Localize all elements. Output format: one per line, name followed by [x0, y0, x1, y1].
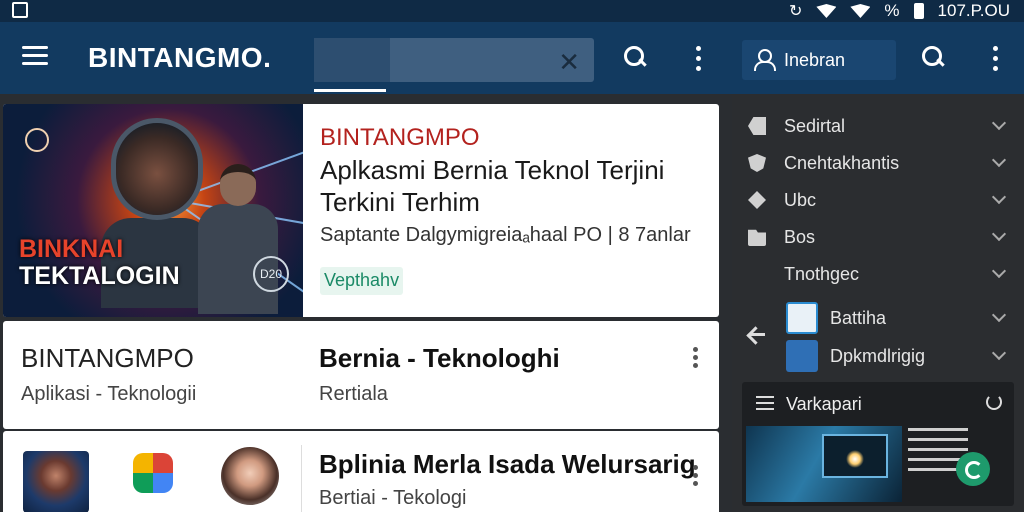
sidebar-item[interactable]: Tnothgec — [732, 256, 1024, 292]
tag-icon — [748, 117, 766, 135]
article-source-subtitle: Aplikasi - Teknologii — [21, 383, 197, 405]
brand-logo[interactable]: BINTANGMO. — [88, 42, 271, 74]
chevron-down-icon[interactable] — [991, 226, 1007, 242]
wifi-icon — [816, 4, 837, 18]
sidebar-item[interactable]: Bos — [732, 219, 1024, 255]
search-input-field[interactable] — [314, 38, 390, 82]
author-avatar[interactable] — [221, 447, 279, 505]
featured-source: BINTANGMPO — [320, 124, 480, 151]
app-logo-icon[interactable] — [133, 453, 173, 493]
menu-icon[interactable] — [22, 46, 48, 66]
search-focus-indicator — [314, 89, 386, 92]
close-icon[interactable]: ✕ — [558, 47, 580, 78]
article-subtitle: Bertiai - Tekologi — [319, 487, 467, 509]
sidebar-item[interactable]: Cnehtakhantis — [732, 145, 1024, 181]
widget-title: Varkapari — [786, 394, 862, 414]
article-card[interactable]: BINTANGMPO Aplikasi - Teknologii Bernia … — [3, 321, 719, 429]
more-options-icon[interactable] — [693, 465, 699, 487]
refresh-icon[interactable] — [986, 394, 1002, 410]
sidebar-item[interactable]: Sedirtal — [732, 108, 1024, 144]
sidebar-app[interactable]: Dpkmdlrigig — [732, 338, 1024, 376]
sidebar-item-label: Bos — [784, 227, 816, 247]
account-button[interactable]: Inebran — [742, 40, 896, 80]
hero-badge: D20 — [253, 256, 289, 292]
news-widget: Varkapari — [742, 382, 1014, 506]
person-icon — [754, 49, 776, 71]
search-icon-secondary[interactable] — [922, 46, 944, 68]
status-indicators: ↻ % 107.P.OU — [789, 1, 1010, 21]
chevron-down-icon[interactable] — [991, 152, 1007, 168]
featured-tag[interactable]: Vepthahv — [320, 267, 404, 295]
sidebar-app-label: Dpkmdlrigig — [830, 346, 926, 366]
more-options-icon[interactable] — [696, 46, 702, 72]
app-logo-icon — [786, 340, 818, 372]
target-icon — [25, 128, 49, 152]
account-label: Inebran — [784, 50, 846, 70]
featured-hero-image: D20 BINKNAI TEKTALOGIN — [3, 104, 303, 317]
diamond-icon — [748, 191, 766, 209]
folder-icon — [748, 229, 766, 246]
featured-meta: Saptante Dalgymigreiaₐhaal PO | 8 7anlar — [320, 224, 691, 246]
article-title[interactable]: Bernia - Teknologhi — [319, 343, 560, 374]
status-time: 107.P.OU — [937, 1, 1010, 20]
sync-icon: ↻ — [789, 3, 803, 20]
sidebar-app-label: Battiha — [830, 308, 887, 328]
hero-title-line2: TEKTALOGIN — [19, 262, 180, 290]
astronaut-thumbnail[interactable] — [23, 451, 89, 512]
sidebar-item[interactable]: Ubc — [732, 182, 1024, 218]
featured-title[interactable]: Aplkasmi Bernia Teknol Terjini Terkini T… — [320, 154, 710, 218]
divider — [301, 445, 302, 512]
battery-icon — [913, 3, 924, 19]
article-source: BINTANGMPO — [21, 343, 194, 373]
article-list: D20 BINKNAI TEKTALOGIN BINTANGMPO Aplkas… — [0, 94, 732, 512]
sidebar-app[interactable]: Battiha — [732, 300, 1024, 338]
chevron-down-icon[interactable] — [991, 263, 1007, 279]
menu-icon[interactable] — [756, 396, 774, 410]
app-logo-icon — [786, 302, 818, 334]
app-screen: ↻ % 107.P.OU BINTANGMO. ✕ Inebran D20 BI… — [0, 0, 1024, 512]
hero-title-line1: BINKNAI — [19, 235, 124, 263]
article-subtitle: Rertiala — [319, 383, 388, 405]
status-bar: ↻ % 107.P.OU — [0, 0, 1024, 22]
sidebar-item-label: Ubc — [784, 190, 817, 210]
more-options-icon[interactable] — [693, 347, 699, 369]
chevron-down-icon[interactable] — [991, 189, 1007, 205]
sidebar-item-label: Cnehtakhantis — [784, 153, 900, 173]
sidebar-item-label: Tnothgec — [784, 264, 860, 284]
search-icon[interactable] — [624, 46, 646, 68]
battery-percent: % — [884, 1, 900, 20]
article-title[interactable]: Bplinia Merla Isada Welursarig — [319, 449, 696, 480]
shield-icon — [748, 154, 766, 172]
signal-icon — [850, 4, 871, 18]
search-input[interactable]: ✕ — [314, 38, 594, 82]
article-card[interactable]: Bplinia Merla Isada Welursarig Bertiai -… — [3, 431, 719, 512]
chevron-down-icon[interactable] — [991, 115, 1007, 131]
compose-button[interactable] — [956, 452, 990, 486]
chevron-down-icon[interactable] — [991, 307, 1007, 323]
sidebar-item-label: Sedirtal — [784, 116, 846, 136]
widget-thumbnail[interactable] — [746, 426, 902, 502]
gallery-icon — [12, 2, 28, 18]
featured-article-card[interactable]: D20 BINKNAI TEKTALOGIN BINTANGMPO Aplkas… — [3, 104, 719, 317]
top-app-bar: BINTANGMO. ✕ Inebran — [0, 22, 1024, 94]
side-panel: Sedirtal Cnehtakhantis Ubc Bos Tnothgec … — [732, 94, 1024, 512]
chevron-down-icon[interactable] — [991, 345, 1007, 361]
more-options-icon-secondary[interactable] — [993, 46, 999, 72]
